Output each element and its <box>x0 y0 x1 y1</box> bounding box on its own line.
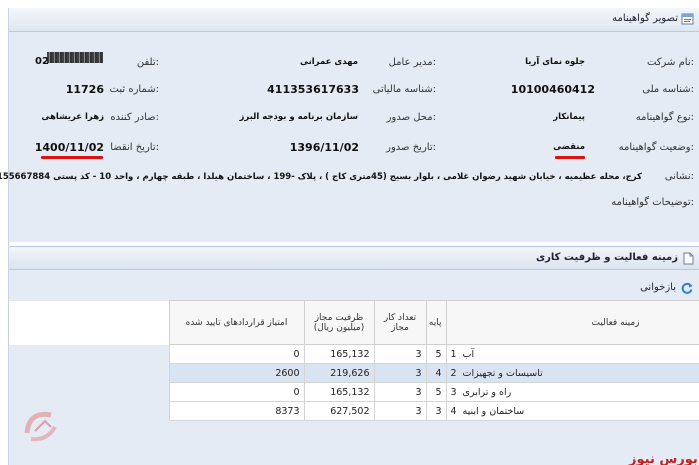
phone-label: تلفن: <box>136 57 159 68</box>
cell-field: 2 تاسیسات و تجهیزات <box>445 363 699 383</box>
notes-label: توضیحات گواهینامه: <box>611 197 694 208</box>
cell-field: 3 راه و ترابری <box>445 382 699 402</box>
certificate-panel-header: تصویر گواهینامه <box>9 8 699 32</box>
company-name-label: نام شرکت: <box>646 57 694 68</box>
cell-score: 0 <box>168 382 305 402</box>
cell-capacity: 219,626 <box>303 363 375 383</box>
address-label: نشانی: <box>664 171 694 182</box>
refresh-icon[interactable] <box>680 281 694 295</box>
cert-type-label: نوع گواهینامه: <box>635 112 694 123</box>
phone-redaction <box>47 52 103 63</box>
grid-header-spacer <box>9 300 170 345</box>
activity-name: آب <box>462 348 475 360</box>
cell-work-count: 3 <box>373 344 427 364</box>
cell-work-count: 3 <box>373 382 427 402</box>
row-spacer <box>9 344 169 364</box>
document-icon <box>681 13 694 25</box>
cert-type-value: پیمانکار <box>553 112 585 122</box>
issuer-label: صادر کننده: <box>110 112 159 123</box>
row-number: 4 <box>450 405 457 417</box>
cell-work-count: 3 <box>373 401 427 421</box>
cell-score: 2600 <box>168 363 305 383</box>
tax-id-label: شناسه مالیاتی: <box>372 84 436 95</box>
issue-place-value: سازمان برنامه و بودجه البرز <box>239 112 358 122</box>
row-spacer <box>9 363 169 383</box>
table-row[interactable]: 0 165,132 3 5 3 راه و ترابری <box>9 382 699 402</box>
certificate-window: تصویر گواهینامه نام شرکت: جلوه نمای آریا… <box>0 8 699 465</box>
cell-work-count: 3 <box>373 363 427 383</box>
reg-no-label: شماره ثبت: <box>109 84 159 95</box>
cell-field: 1 آب <box>445 344 699 364</box>
ceo-label: مدیر عامل: <box>388 57 436 68</box>
address-value: کرج، محله عظیمیه ، خیابان شهید رضوان غلا… <box>0 172 642 182</box>
issue-date-value: 1396/11/02 <box>289 141 359 154</box>
cell-field: 4 ساختمان و ابنیه <box>445 401 699 421</box>
status-value: منقضی <box>553 142 585 152</box>
activities-panel-header[interactable]: زمینه فعالیت و ظرفیت کاری <box>9 246 699 270</box>
col-capacity[interactable]: ظرفیت مجاز (میلیون ریال) <box>303 300 375 345</box>
col-score[interactable]: امتیاز قراردادهای تایید شده <box>168 300 305 345</box>
activity-name: ساختمان و ابنیه <box>462 405 525 417</box>
cell-capacity: 627,502 <box>303 401 375 421</box>
status-label: وضعیت گواهینامه: <box>618 142 694 153</box>
row-number: 2 <box>450 367 457 379</box>
issue-date-label: تاریخ صدور: <box>386 142 436 153</box>
issuer-value: زهرا عریشاهی <box>41 112 104 122</box>
grid-toolbar: بازخوانی <box>9 278 699 298</box>
row-number: 1 <box>450 348 457 360</box>
cell-capacity: 165,132 <box>303 382 375 402</box>
cell-grade: 4 <box>425 363 447 383</box>
table-row[interactable]: 8373 627,502 3 3 4 ساختمان و ابنیه <box>9 401 699 421</box>
national-id-value: 10100460412 <box>510 83 595 96</box>
table-row[interactable]: 0 165,132 3 5 1 آب <box>9 344 699 364</box>
tax-id-value: 411353617633 <box>267 83 359 96</box>
certificate-details: نام شرکت: جلوه نمای آریا مدیر عامل: مهدی… <box>0 32 699 242</box>
col-grade[interactable]: پایه <box>425 300 447 345</box>
grid-header-row: امتیاز قراردادهای تایید شده ظرفیت مجاز (… <box>9 300 699 345</box>
row-spacer <box>9 382 169 402</box>
activities-grid: امتیاز قراردادهای تایید شده ظرفیت مجاز (… <box>9 300 699 421</box>
refresh-button[interactable]: بازخوانی <box>640 282 676 293</box>
issue-place-label: محل صدور: <box>386 112 436 123</box>
table-row[interactable]: 2600 219,626 3 4 2 تاسیسات و تجهیزات <box>9 363 699 383</box>
cell-score: 8373 <box>168 401 305 421</box>
company-name-value: جلوه نمای آریا <box>525 57 585 67</box>
col-work-count[interactable]: تعداد کار مجاز <box>373 300 427 345</box>
reg-no-value: 11726 <box>65 83 104 96</box>
cell-grade: 3 <box>425 401 447 421</box>
expire-date-underline <box>41 156 103 159</box>
cell-score: 0 <box>168 344 305 364</box>
national-id-label: شناسه ملی: <box>642 84 694 95</box>
cell-capacity: 165,132 <box>303 344 375 364</box>
status-underline <box>555 156 585 159</box>
ceo-value: مهدی عمرانی <box>299 57 358 67</box>
expire-date-value: 1400/11/02 <box>34 141 104 154</box>
activities-panel-title: زمینه فعالیت و ظرفیت کاری <box>535 252 678 263</box>
col-field[interactable]: زمینه فعالیت <box>445 300 699 345</box>
row-number: 3 <box>450 386 457 398</box>
activity-name: تاسیسات و تجهیزات <box>462 367 543 379</box>
brand-watermark: بورس نیوز <box>629 452 698 465</box>
expire-date-label: تاریخ انقضا: <box>110 142 159 153</box>
cell-grade: 5 <box>425 382 447 402</box>
bourse-news-logo <box>24 411 57 442</box>
panel-title: تصویر گواهینامه <box>612 13 678 24</box>
activity-name: راه و ترابری <box>462 386 512 398</box>
cell-grade: 5 <box>425 344 447 364</box>
page-icon <box>683 252 694 265</box>
